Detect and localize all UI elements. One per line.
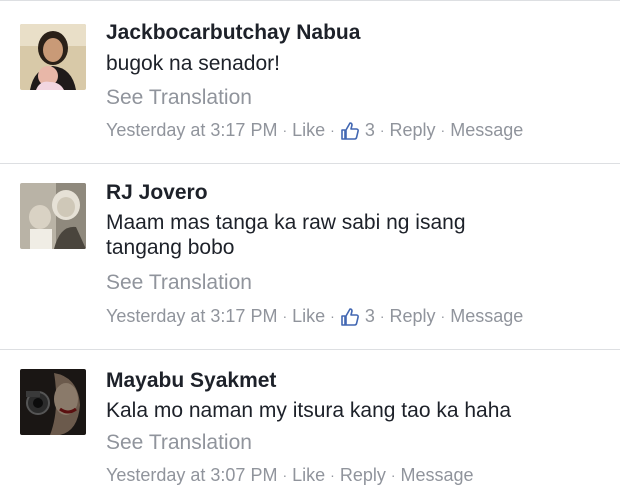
comment-meta: Yesterday at 3:07 PM · Like · Reply · Message: [106, 464, 474, 486]
reply-link[interactable]: Reply: [340, 465, 386, 486]
comment-author[interactable]: Jackbocarbutchay Nabua: [106, 21, 360, 45]
comment-timestamp[interactable]: Yesterday at 3:17 PM: [106, 120, 277, 141]
avatar[interactable]: [20, 24, 86, 90]
reply-link[interactable]: Reply: [390, 120, 436, 141]
like-count-value: 3: [364, 120, 375, 141]
comment-text: Kala mo naman my itsura kang tao ka haha: [106, 399, 512, 422]
message-link[interactable]: Message: [450, 120, 523, 141]
comment-author[interactable]: RJ Jovero: [106, 181, 208, 205]
comment-text: Maam mas tanga ka raw sabi ng isang tang…: [106, 211, 466, 259]
message-link[interactable]: Message: [401, 465, 474, 486]
separator: ·: [379, 308, 385, 325]
comment-divider: [0, 349, 620, 350]
like-count[interactable]: 3: [340, 119, 375, 141]
separator: ·: [330, 308, 335, 325]
comment-text: bugok na senador!: [106, 52, 280, 75]
separator: ·: [440, 308, 446, 325]
thumbs-up-icon: [341, 307, 359, 326]
see-translation-link[interactable]: See Translation: [106, 271, 252, 295]
reply-link[interactable]: Reply: [390, 306, 436, 327]
avatar[interactable]: [20, 369, 86, 435]
separator: ·: [330, 122, 335, 139]
separator: ·: [390, 467, 396, 484]
comment-author[interactable]: Mayabu Syakmet: [106, 369, 276, 393]
like-link[interactable]: Like: [292, 465, 325, 486]
like-link[interactable]: Like: [292, 306, 325, 327]
separator: ·: [282, 308, 288, 325]
separator: ·: [379, 122, 385, 139]
comment-timestamp[interactable]: Yesterday at 3:07 PM: [106, 465, 277, 486]
see-translation-link[interactable]: See Translation: [106, 431, 252, 455]
top-divider: [0, 0, 620, 1]
like-count-value: 3: [364, 306, 375, 327]
see-translation-link[interactable]: See Translation: [106, 86, 252, 110]
comment-meta: Yesterday at 3:17 PM · Like · 3 · Reply · Messag…: [106, 305, 523, 327]
separator: ·: [440, 122, 446, 139]
separator: ·: [330, 467, 335, 484]
thumbs-up-icon: [341, 121, 359, 140]
separator: ·: [282, 122, 288, 139]
comment-timestamp[interactable]: Yesterday at 3:17 PM: [106, 306, 277, 327]
comment-divider: [0, 163, 620, 164]
avatar[interactable]: [20, 183, 86, 249]
like-link[interactable]: Like: [292, 120, 325, 141]
comment-meta: Yesterday at 3:17 PM · Like · 3 · Reply · Messag…: [106, 119, 523, 141]
message-link[interactable]: Message: [450, 306, 523, 327]
separator: ·: [282, 467, 288, 484]
like-count[interactable]: 3: [340, 305, 375, 327]
